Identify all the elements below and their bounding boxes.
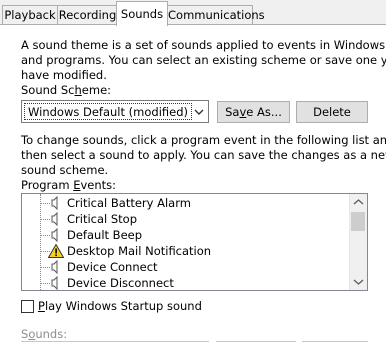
intro-line-3: have modified. bbox=[21, 68, 107, 82]
list-item[interactable]: Device Disconnect bbox=[22, 275, 352, 290]
tab-strip: Playback Recording Sounds Communications bbox=[0, 0, 386, 26]
tab-recording[interactable]: Recording bbox=[57, 5, 118, 24]
list-item[interactable]: Critical Stop bbox=[22, 211, 352, 227]
delete-button[interactable]: Delete bbox=[296, 101, 368, 123]
intro-line-1: A sound theme is a set of sounds applied… bbox=[21, 38, 386, 52]
chevron-down-icon bbox=[194, 109, 204, 115]
list-item[interactable]: Desktop Mail Notification bbox=[22, 243, 352, 259]
tab-sounds[interactable]: Sounds bbox=[116, 1, 168, 26]
instructions-line-2: then select a sound to apply. You can sa… bbox=[21, 148, 386, 162]
startup-sound-label[interactable]: Play Windows Startup sound bbox=[38, 299, 202, 314]
sound-scheme-label: Sound Scheme: bbox=[21, 83, 112, 97]
speaker-icon bbox=[51, 196, 58, 210]
sound-scheme-dropdown[interactable]: Windows Default (modified) bbox=[21, 100, 209, 123]
sounds-label: Sounds: bbox=[21, 327, 68, 341]
speaker-icon bbox=[51, 212, 58, 226]
scroll-up-icon[interactable] bbox=[350, 194, 367, 211]
tab-playback[interactable]: Playback bbox=[2, 5, 58, 24]
speaker-icon bbox=[51, 228, 58, 242]
list-item[interactable]: Default Beep bbox=[22, 227, 352, 243]
list-item[interactable]: Device Connect bbox=[22, 259, 352, 275]
browse-button-edge bbox=[302, 341, 368, 343]
sounds-field-edge bbox=[21, 341, 209, 343]
scroll-down-icon[interactable] bbox=[350, 273, 367, 290]
program-events-list[interactable]: Critical Battery Alarm Critical Stop Def… bbox=[21, 193, 368, 291]
instructions-line-1: To change sounds, click a program event … bbox=[21, 133, 386, 147]
scrollbar-thumb[interactable] bbox=[351, 212, 365, 231]
sound-scheme-value: Windows Default (modified) bbox=[24, 103, 192, 120]
test-button-edge bbox=[216, 341, 296, 343]
save-as-button[interactable]: Save As... bbox=[217, 101, 290, 123]
startup-sound-checkbox[interactable] bbox=[21, 300, 34, 313]
instructions-line-3: sound scheme. bbox=[21, 163, 109, 177]
list-item[interactable]: Critical Battery Alarm bbox=[22, 195, 352, 211]
tab-communications[interactable]: Communications bbox=[167, 5, 265, 24]
speaker-icon bbox=[51, 276, 58, 290]
vertical-scrollbar[interactable] bbox=[349, 194, 367, 290]
intro-line-2: and programs. You can select an existing… bbox=[21, 53, 386, 67]
speaker-icon bbox=[51, 260, 58, 274]
program-events-label: Program Events: bbox=[21, 178, 117, 192]
warning-icon bbox=[48, 244, 64, 258]
